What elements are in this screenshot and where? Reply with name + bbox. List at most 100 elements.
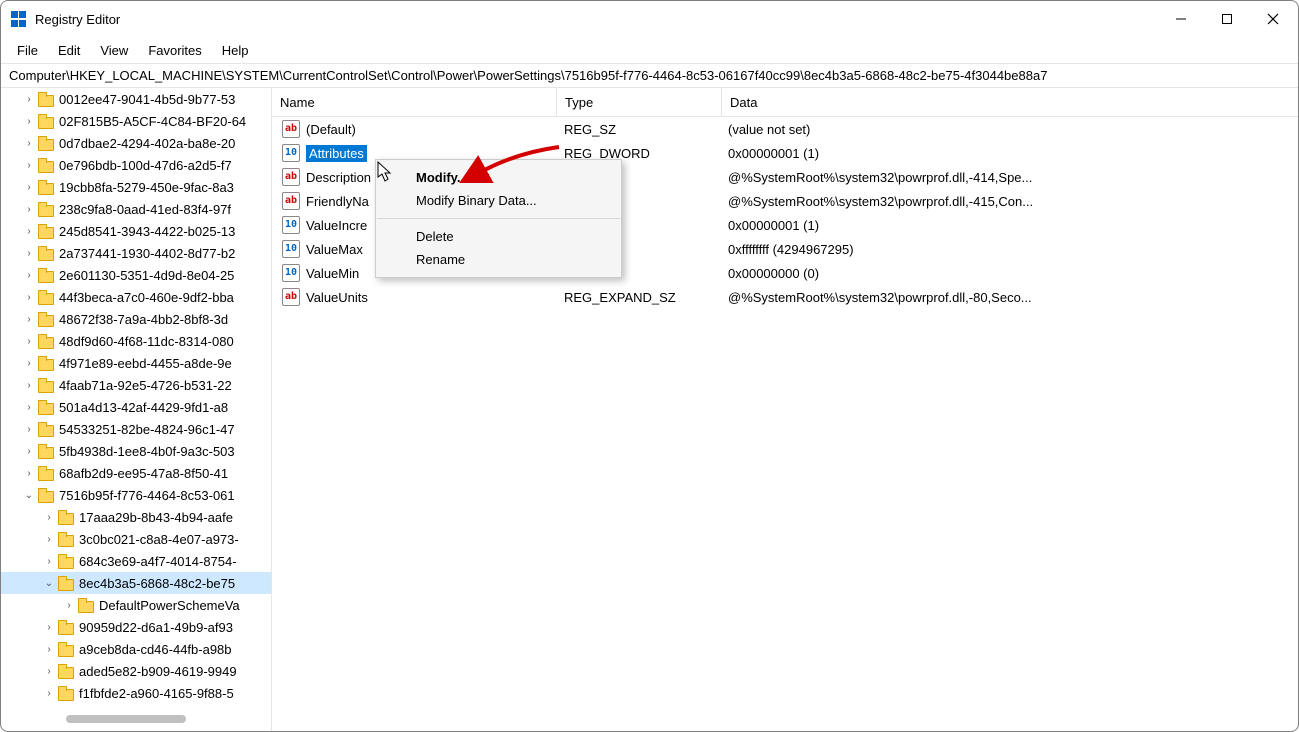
tree-item[interactable]: › 3c0bc021-c8a8-4e07-a973- (1, 528, 271, 550)
folder-icon (57, 552, 75, 570)
chevron-down-icon[interactable]: ⌄ (21, 490, 37, 501)
reg-binary-icon: 10 (282, 216, 300, 234)
tree-item[interactable]: ›0e796bdb-100d-47d6-a2d5-f7 (1, 154, 271, 176)
value-type: REG_EXPAND_SZ (556, 290, 720, 305)
chevron-right-icon[interactable]: › (41, 534, 57, 545)
tree-item[interactable]: ›0d7dbae2-4294-402a-ba8e-20 (1, 132, 271, 154)
tree-item[interactable]: ›238c9fa8-0aad-41ed-83f4-97f (1, 198, 271, 220)
tree-item-label: 8ec4b3a5-6868-48c2-be75 (79, 576, 235, 591)
chevron-right-icon[interactable]: › (21, 138, 37, 149)
tree-h-scrollbar[interactable] (31, 715, 261, 723)
context-menu: Modify... Modify Binary Data... Delete R… (375, 159, 622, 278)
chevron-right-icon[interactable]: › (21, 116, 37, 127)
tree-item[interactable]: ›2e601130-5351-4d9d-8e04-25 (1, 264, 271, 286)
chevron-right-icon[interactable]: › (21, 160, 37, 171)
tree-item[interactable]: ›17aaa29b-8b43-4b94-aafe (1, 506, 271, 528)
tree-item[interactable]: ›02F815B5-A5CF-4C84-BF20-64 (1, 110, 271, 132)
tree-item[interactable]: ⌄ 7516b95f-f776-4464-8c53-061 (1, 484, 271, 506)
tree-item[interactable]: ›DefaultPowerSchemeVa (1, 594, 271, 616)
tree-item[interactable]: ›501a4d13-42af-4429-9fd1-a8 (1, 396, 271, 418)
chevron-down-icon[interactable]: ⌄ (41, 578, 57, 589)
chevron-right-icon[interactable]: › (21, 270, 37, 281)
cm-rename[interactable]: Rename (376, 248, 621, 271)
tree-item[interactable]: › 48df9d60-4f68-11dc-8314-080 (1, 330, 271, 352)
tree-item[interactable]: ›44f3beca-a7c0-460e-9df2-bba (1, 286, 271, 308)
folder-icon (57, 684, 75, 702)
tree-item-label: 3c0bc021-c8a8-4e07-a973- (79, 532, 239, 547)
chevron-right-icon[interactable]: › (41, 644, 57, 655)
value-name: ValueMin (306, 266, 359, 281)
tree-item[interactable]: ›0012ee47-9041-4b5d-9b77-53 (1, 88, 271, 110)
reg-string-icon: ab (282, 120, 300, 138)
tree-item[interactable]: ›684c3e69-a4f7-4014-8754- (1, 550, 271, 572)
chevron-right-icon[interactable]: › (21, 248, 37, 259)
tree-item[interactable]: ›68afb2d9-ee95-47a8-8f50-41 (1, 462, 271, 484)
chevron-right-icon[interactable]: › (41, 512, 57, 523)
menu-favorites[interactable]: Favorites (138, 41, 211, 60)
menu-file[interactable]: File (7, 41, 48, 60)
folder-icon (37, 354, 55, 372)
chevron-right-icon[interactable]: › (21, 204, 37, 215)
tree-item[interactable]: › 245d8541-3943-4422-b025-13 (1, 220, 271, 242)
menu-help[interactable]: Help (212, 41, 259, 60)
chevron-right-icon[interactable]: › (21, 182, 37, 193)
chevron-right-icon[interactable]: › (21, 336, 37, 347)
body: ›0012ee47-9041-4b5d-9b77-53›02F815B5-A5C… (1, 88, 1298, 731)
value-type: REG_SZ (556, 122, 720, 137)
cm-modify[interactable]: Modify... (376, 166, 621, 189)
tree-item[interactable]: ›aded5e82-b909-4619-9949 (1, 660, 271, 682)
chevron-right-icon[interactable]: › (21, 468, 37, 479)
value-row[interactable]: abValueUnitsREG_EXPAND_SZ@%SystemRoot%\s… (272, 285, 1298, 309)
tree-item[interactable]: ›54533251-82be-4824-96c1-47 (1, 418, 271, 440)
chevron-right-icon[interactable]: › (21, 446, 37, 457)
minimize-button[interactable] (1158, 1, 1204, 37)
tree-scroll[interactable]: ›0012ee47-9041-4b5d-9b77-53›02F815B5-A5C… (1, 88, 271, 731)
tree-item[interactable]: ›a9ceb8da-cd46-44fb-a98b (1, 638, 271, 660)
address-bar[interactable]: Computer\HKEY_LOCAL_MACHINE\SYSTEM\Curre… (1, 64, 1298, 88)
maximize-button[interactable] (1204, 1, 1250, 37)
tree-item[interactable]: › f1fbfde2-a960-4165-9f88-5 (1, 682, 271, 704)
chevron-right-icon[interactable]: › (41, 556, 57, 567)
chevron-right-icon[interactable]: › (21, 94, 37, 105)
col-name[interactable]: Name (272, 88, 557, 116)
cm-modify-binary[interactable]: Modify Binary Data... (376, 189, 621, 212)
col-data[interactable]: Data (722, 88, 1088, 116)
tree-item[interactable]: ⌄ 8ec4b3a5-6868-48c2-be75 (1, 572, 271, 594)
cm-delete[interactable]: Delete (376, 225, 621, 248)
chevron-right-icon[interactable]: › (21, 226, 37, 237)
tree-item[interactable]: ›2a737441-1930-4402-8d77-b2 (1, 242, 271, 264)
chevron-right-icon[interactable]: › (21, 402, 37, 413)
menu-view[interactable]: View (90, 41, 138, 60)
chevron-right-icon[interactable]: › (41, 688, 57, 699)
chevron-right-icon[interactable]: › (21, 424, 37, 435)
chevron-right-icon[interactable]: › (21, 314, 37, 325)
tree-item[interactable]: ›90959d22-d6a1-49b9-af93 (1, 616, 271, 638)
chevron-right-icon[interactable]: › (21, 292, 37, 303)
tree-item-label: 7516b95f-f776-4464-8c53-061 (59, 488, 235, 503)
tree-item-label: 48df9d60-4f68-11dc-8314-080 (59, 334, 234, 349)
tree-item-label: 245d8541-3943-4422-b025-13 (59, 224, 235, 239)
chevron-right-icon[interactable]: › (41, 622, 57, 633)
chevron-right-icon[interactable]: › (21, 358, 37, 369)
window-buttons (1158, 1, 1296, 37)
menu-edit[interactable]: Edit (48, 41, 90, 60)
folder-icon (37, 222, 55, 240)
titlebar[interactable]: Registry Editor (1, 1, 1298, 37)
value-row[interactable]: ab(Default)REG_SZ(value not set) (272, 117, 1298, 141)
tree-item-label: f1fbfde2-a960-4165-9f88-5 (79, 686, 234, 701)
close-button[interactable] (1250, 1, 1296, 37)
folder-icon (37, 156, 55, 174)
col-type[interactable]: Type (557, 88, 722, 116)
reg-binary-icon: 10 (282, 264, 300, 282)
window: Registry Editor File Edit View Favorites… (0, 0, 1299, 732)
tree-item[interactable]: ›5fb4938d-1ee8-4b0f-9a3c-503 (1, 440, 271, 462)
tree-item[interactable]: ›4faab71a-92e5-4726-b531-22 (1, 374, 271, 396)
chevron-right-icon[interactable]: › (61, 600, 77, 611)
value-name: (Default) (306, 122, 356, 137)
reg-string-icon: ab (282, 192, 300, 210)
chevron-right-icon[interactable]: › (41, 666, 57, 677)
tree-item[interactable]: ›19cbb8fa-5279-450e-9fac-8a3 (1, 176, 271, 198)
tree-item[interactable]: ›4f971e89-eebd-4455-a8de-9e (1, 352, 271, 374)
tree-item[interactable]: ›48672f38-7a9a-4bb2-8bf8-3d (1, 308, 271, 330)
chevron-right-icon[interactable]: › (21, 380, 37, 391)
